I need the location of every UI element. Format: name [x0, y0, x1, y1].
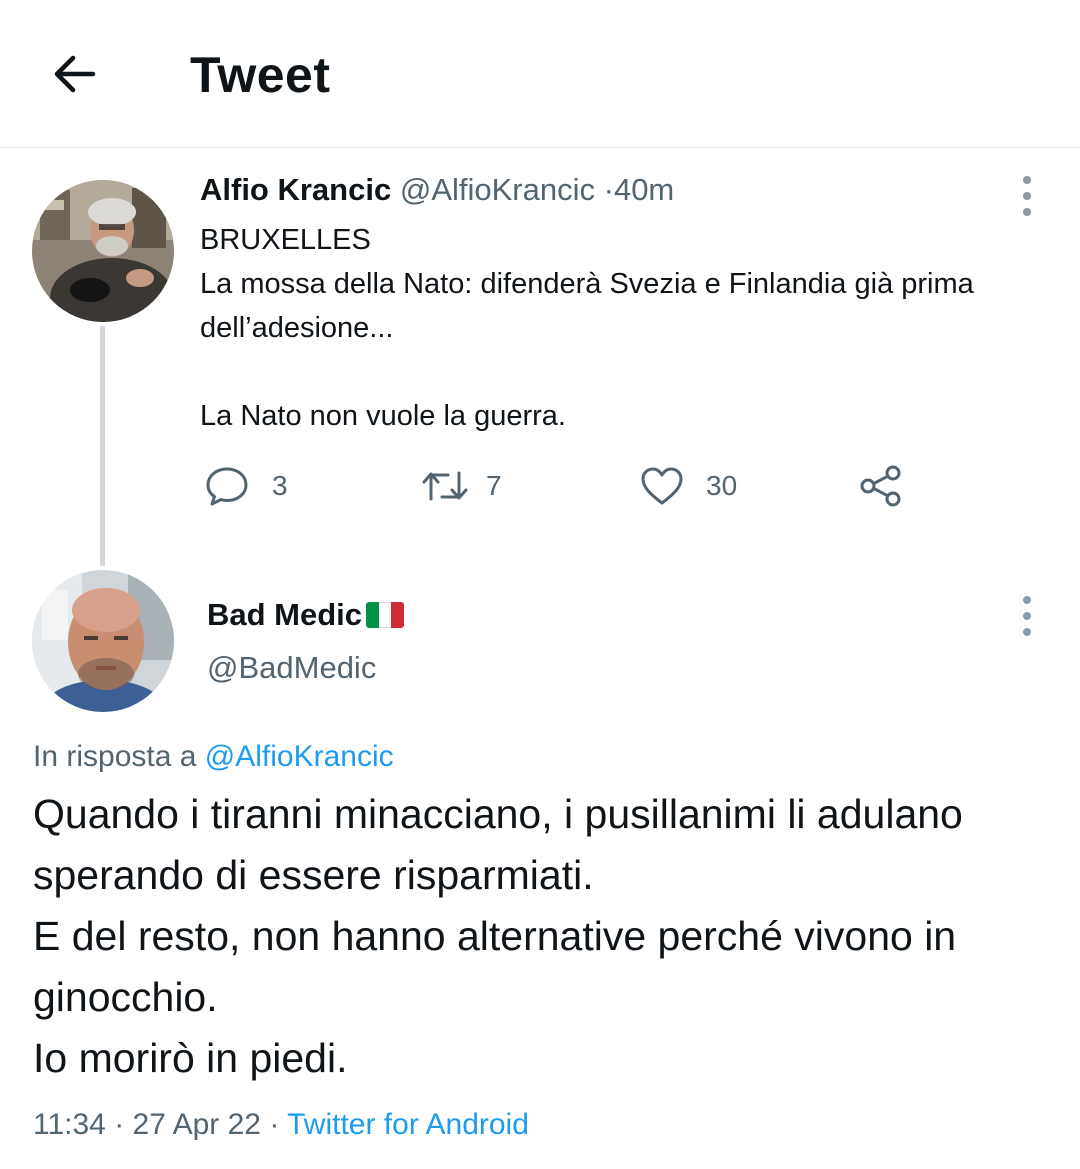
more-dot-icon [1023, 612, 1031, 620]
tweet-more-button[interactable] [1012, 176, 1042, 216]
share-action[interactable] [858, 462, 904, 510]
tweet-line-break [200, 350, 1020, 394]
tweet-separator: · [603, 172, 614, 207]
more-dot-icon [1023, 176, 1031, 184]
meta-separator: · [269, 1108, 280, 1141]
reply-author-name: Bad Medic [207, 597, 363, 632]
avatar-alfio-krancic[interactable] [32, 180, 174, 322]
italy-flag-icon [366, 602, 405, 628]
heart-icon [641, 467, 683, 505]
more-dot-icon [1023, 192, 1031, 200]
replying-to-prefix: In risposta a [33, 740, 197, 773]
more-dot-icon [1023, 208, 1031, 216]
avatar-bad-medic[interactable] [32, 570, 174, 712]
replying-to-handle-link[interactable]: @AlfioKrancic [205, 740, 394, 773]
back-button[interactable] [44, 44, 104, 104]
reply-count: 3 [272, 470, 288, 501]
page-title: Tweet [190, 47, 331, 103]
arrow-left-icon [54, 55, 96, 93]
comment-icon [206, 467, 248, 506]
tweet-author-handle[interactable]: @AlfioKrancic [400, 172, 595, 207]
tweet-author-name[interactable]: Alfio Krancic [200, 172, 391, 207]
reply-author-handle[interactable]: @BadMedic [207, 650, 376, 686]
retweet-count: 7 [486, 470, 502, 501]
like-action[interactable]: 30 [640, 462, 737, 510]
tweet-line: BRUXELLES [200, 224, 371, 256]
tweet-line: La mossa della Nato: difenderà Svezia e … [200, 268, 974, 344]
tweet-author-row: Alfio Krancic @AlfioKrancic ·40m [200, 172, 674, 208]
tweet-text: BRUXELLES La mossa della Nato: difenderà… [200, 218, 1020, 438]
thread-connector-line [100, 326, 105, 566]
more-dot-icon [1023, 596, 1031, 604]
retweet-icon [422, 471, 468, 501]
reply-more-button[interactable] [1012, 596, 1042, 636]
reply-text: Quando i tiranni minacciano, i pusillani… [33, 784, 1053, 1089]
meta-separator: · [114, 1108, 125, 1141]
tweet-time[interactable]: 40m [614, 172, 674, 207]
reply-author-name-row[interactable]: Bad Medic [207, 597, 405, 633]
top-bar: Tweet [0, 0, 1080, 148]
share-icon [860, 465, 901, 507]
more-dot-icon [1023, 628, 1031, 636]
reply-metadata: 11:34 · 27 Apr 22 · Twitter for Android [33, 1108, 529, 1142]
tweet-line: La Nato non vuole la guerra. [200, 400, 566, 432]
reply-date[interactable]: 27 Apr 22 [133, 1108, 261, 1141]
reply-timestamp[interactable]: 11:34 [33, 1108, 106, 1141]
retweet-action[interactable]: 7 [420, 462, 502, 510]
reply-line: E del resto, non hanno alternative perch… [33, 913, 957, 1020]
reply-line: Quando i tiranni minacciano, i pusillani… [33, 791, 963, 898]
reply-line: Io morirò in piedi. [33, 1035, 348, 1081]
replying-to: In risposta a @AlfioKrancic [33, 740, 394, 774]
like-count: 30 [706, 470, 738, 501]
reply-source-link[interactable]: Twitter for Android [287, 1108, 529, 1141]
reply-action[interactable]: 3 [204, 462, 288, 510]
